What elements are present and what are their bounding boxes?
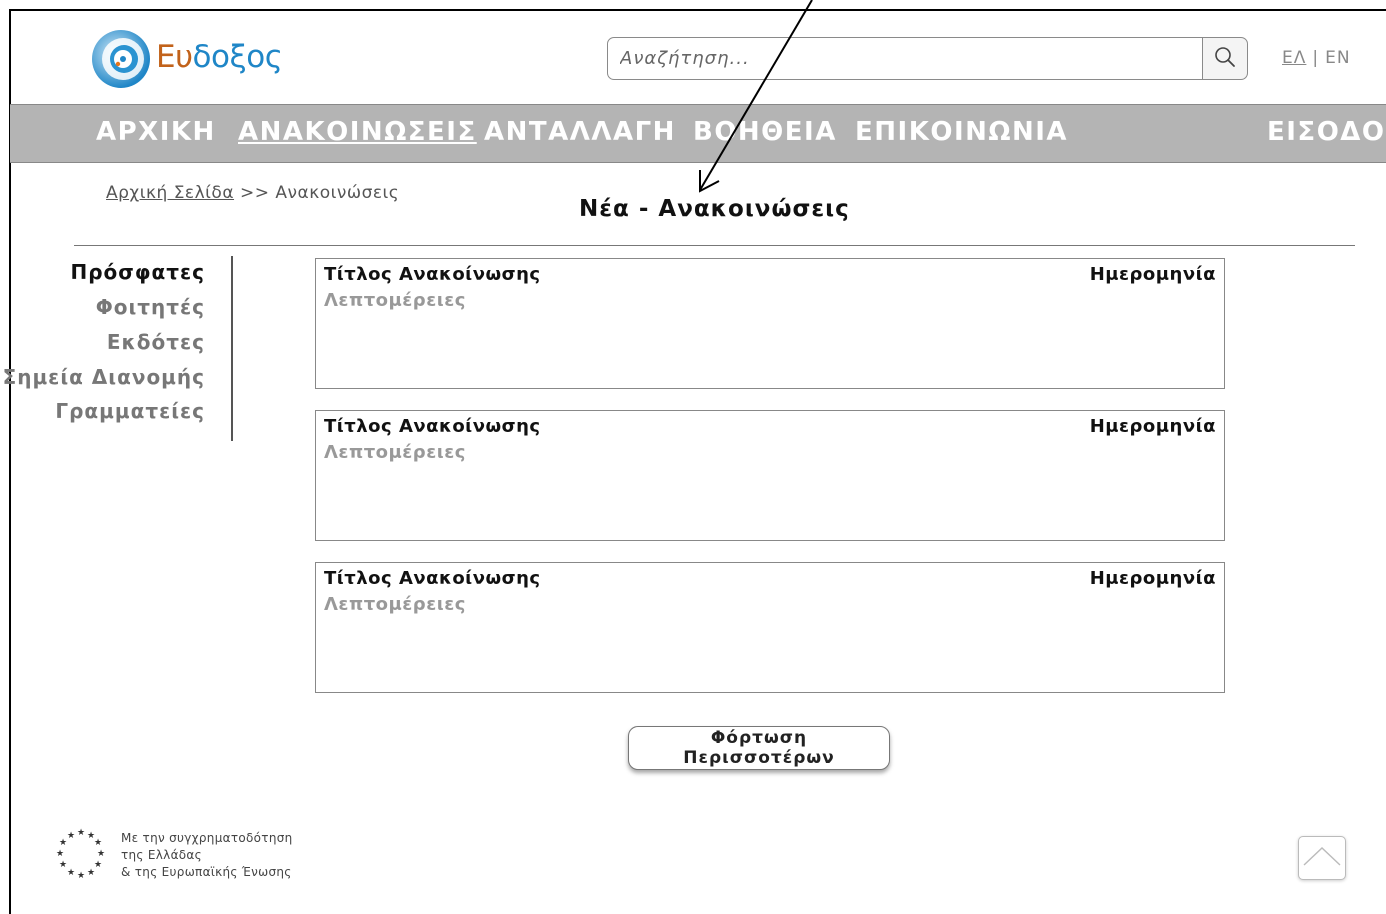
lang-greek-link[interactable]: ΕΛ (1282, 48, 1306, 68)
sidebar: Πρόσφατες Φοιτητές Εκδότες Σημεία Διανομ… (3, 256, 233, 441)
svg-text:★: ★ (77, 828, 85, 838)
site-logo[interactable]: Ευδοξος (90, 24, 283, 90)
header-divider (74, 245, 1355, 246)
main-nav: ΑΡΧΙΚΗ ΑΝΑΚΟΙΝΩΣΕΙΣ ΑΝΤΑΛΛΑΓΗ ΒΟΗΘΕΙΑ ΕΠ… (10, 104, 1386, 163)
nav-item-help[interactable]: ΒΟΗΘΕΙΑ (693, 117, 837, 147)
nav-item-announcements[interactable]: ΑΝΑΚΟΙΝΩΣΕΙΣ (238, 117, 477, 147)
frame-border-top (9, 9, 1386, 11)
breadcrumb-separator: >> (239, 183, 270, 203)
sidebar-item-secretariats[interactable]: Γραμματείες (55, 399, 205, 423)
svg-text:★: ★ (94, 860, 102, 870)
eu-stars-icon: ★ ★ ★ ★ ★ ★ ★ ★ ★ ★ ★ ★ (52, 826, 110, 884)
sidebar-item-publishers[interactable]: Εκδότες (107, 330, 205, 354)
svg-text:★: ★ (67, 831, 75, 841)
breadcrumb-home-link[interactable]: Αρχική Σελίδα (106, 183, 234, 203)
announcement-title: Τίτλος Ανακοίνωσης (324, 264, 541, 285)
logo-text-part1: Ευ (156, 39, 193, 75)
sidebar-item-students[interactable]: Φοιτητές (96, 295, 205, 319)
search-button[interactable] (1202, 37, 1248, 80)
language-switcher: ΕΛ | EN (1282, 48, 1351, 68)
search-input[interactable] (607, 37, 1203, 80)
announcement-card[interactable]: Τίτλος Ανακοίνωσης Ημερομηνία Λεπτομέρει… (315, 258, 1225, 389)
cofunding-line: Με την συγχρηματοδότηση (121, 831, 293, 845)
svg-text:★: ★ (59, 860, 67, 870)
svg-text:★: ★ (59, 838, 67, 848)
sidebar-item-distribution-points[interactable]: Σημεία Διανομής (3, 365, 205, 389)
nav-item-exchange[interactable]: ΑΝΤΑΛΛΑΓΗ (484, 117, 676, 147)
svg-text:★: ★ (87, 868, 95, 878)
svg-text:★: ★ (56, 849, 64, 859)
logo-text: Ευδοξος (156, 39, 283, 75)
chevron-up-icon (1302, 844, 1342, 872)
svg-text:★: ★ (67, 868, 75, 878)
sidebar-item-recent[interactable]: Πρόσφατες (70, 260, 205, 284)
eudoxus-logo-icon (90, 26, 152, 88)
announcement-date: Ημερομηνία (1089, 264, 1216, 285)
svg-text:★: ★ (77, 871, 85, 881)
lang-english-link[interactable]: EN (1325, 48, 1350, 68)
breadcrumb-current: Ανακοινώσεις (275, 183, 400, 203)
announcement-card[interactable]: Τίτλος Ανακοίνωσης Ημερομηνία Λεπτομέρει… (315, 410, 1225, 541)
svg-text:★: ★ (97, 849, 105, 859)
announcement-details: Λεπτομέρειες (324, 594, 466, 615)
logo-text-part2: δοξος (192, 39, 283, 75)
announcement-details: Λεπτομέρειες (324, 290, 466, 311)
nav-item-login[interactable]: ΕΙΣΟΔΟΣ (1267, 117, 1386, 147)
svg-text:★: ★ (94, 838, 102, 848)
announcement-details: Λεπτομέρειες (324, 442, 466, 463)
load-more-button[interactable]: Φόρτωση Περισσοτέρων (628, 726, 890, 770)
breadcrumb: Αρχική Σελίδα >> Ανακοινώσεις (106, 183, 399, 203)
cofunding-text: Με την συγχρηματοδότηση της Ελλάδας & τη… (121, 830, 293, 881)
nav-item-contact[interactable]: ΕΠΙΚΟΙΝΩΝΙΑ (855, 117, 1068, 147)
announcement-title: Τίτλος Ανακοίνωσης (324, 416, 541, 437)
announcement-card[interactable]: Τίτλος Ανακοίνωσης Ημερομηνία Λεπτομέρει… (315, 562, 1225, 693)
nav-item-home[interactable]: ΑΡΧΙΚΗ (96, 117, 216, 147)
cofunding-line: της Ελλάδας (121, 848, 202, 862)
scroll-to-top-button[interactable] (1298, 836, 1346, 880)
lang-separator: | (1312, 48, 1320, 68)
cofunding-line: & της Ευρωπαϊκής Ένωσης (121, 865, 292, 879)
announcement-title: Τίτλος Ανακοίνωσης (324, 568, 541, 589)
announcement-date: Ημερομηνία (1089, 568, 1216, 589)
page-title: Νέα - Ανακοινώσεις (579, 196, 850, 222)
announcement-date: Ημερομηνία (1089, 416, 1216, 437)
search-icon (1213, 45, 1237, 73)
